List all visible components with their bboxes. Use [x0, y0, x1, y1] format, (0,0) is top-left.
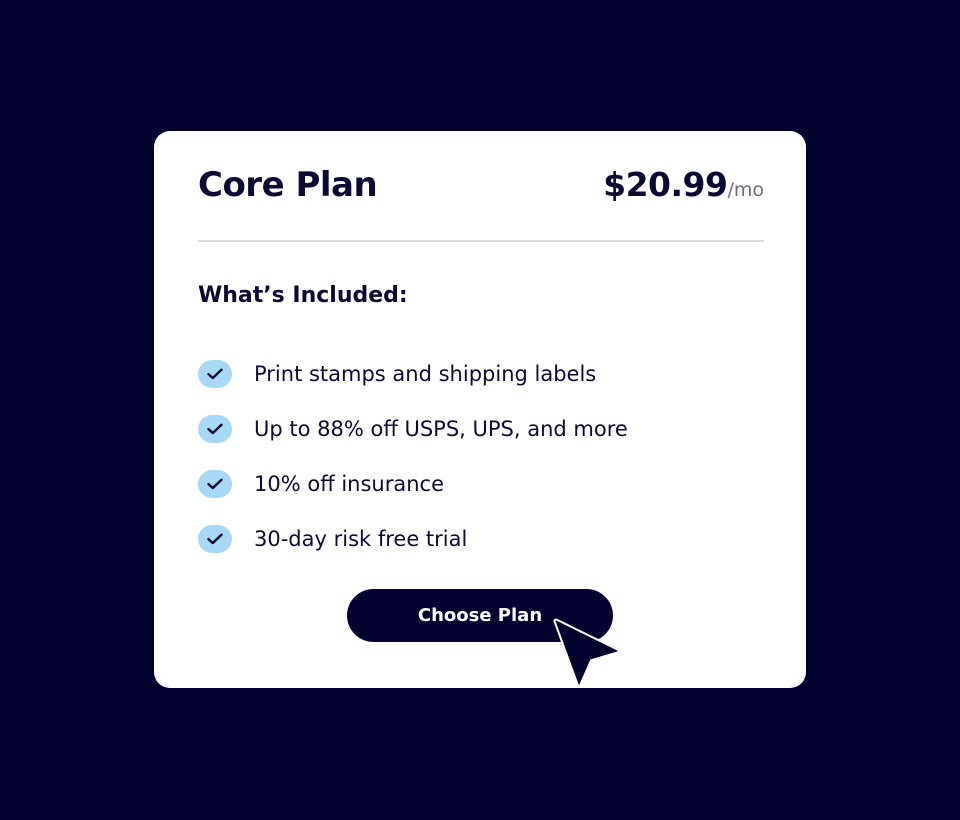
header-divider: [198, 240, 764, 242]
list-item: 30-day risk free trial: [198, 511, 628, 566]
feature-text: Print stamps and shipping labels: [254, 361, 597, 386]
mouse-pointer-icon: [553, 618, 620, 687]
check-icon: [198, 524, 232, 553]
check-icon: [198, 469, 232, 498]
included-title: What’s Included:: [198, 283, 408, 308]
plan-price: $20.99/mo: [603, 165, 764, 204]
feature-text: Up to 88% off USPS, UPS, and more: [254, 416, 628, 441]
price-amount: $20.99: [603, 165, 728, 204]
price-period: /mo: [727, 179, 764, 201]
check-icon: [198, 414, 232, 443]
feature-list: Print stamps and shipping labels Up to 8…: [198, 346, 628, 566]
plan-name: Core Plan: [198, 165, 378, 205]
list-item: Print stamps and shipping labels: [198, 346, 628, 401]
list-item: 10% off insurance: [198, 456, 628, 511]
pricing-card: Core Plan $20.99/mo What’s Included: Pri…: [154, 131, 806, 688]
check-icon: [198, 359, 232, 388]
card-header: Core Plan $20.99/mo: [198, 161, 764, 211]
feature-text: 10% off insurance: [254, 471, 445, 496]
feature-text: 30-day risk free trial: [254, 526, 468, 551]
list-item: Up to 88% off USPS, UPS, and more: [198, 401, 628, 456]
